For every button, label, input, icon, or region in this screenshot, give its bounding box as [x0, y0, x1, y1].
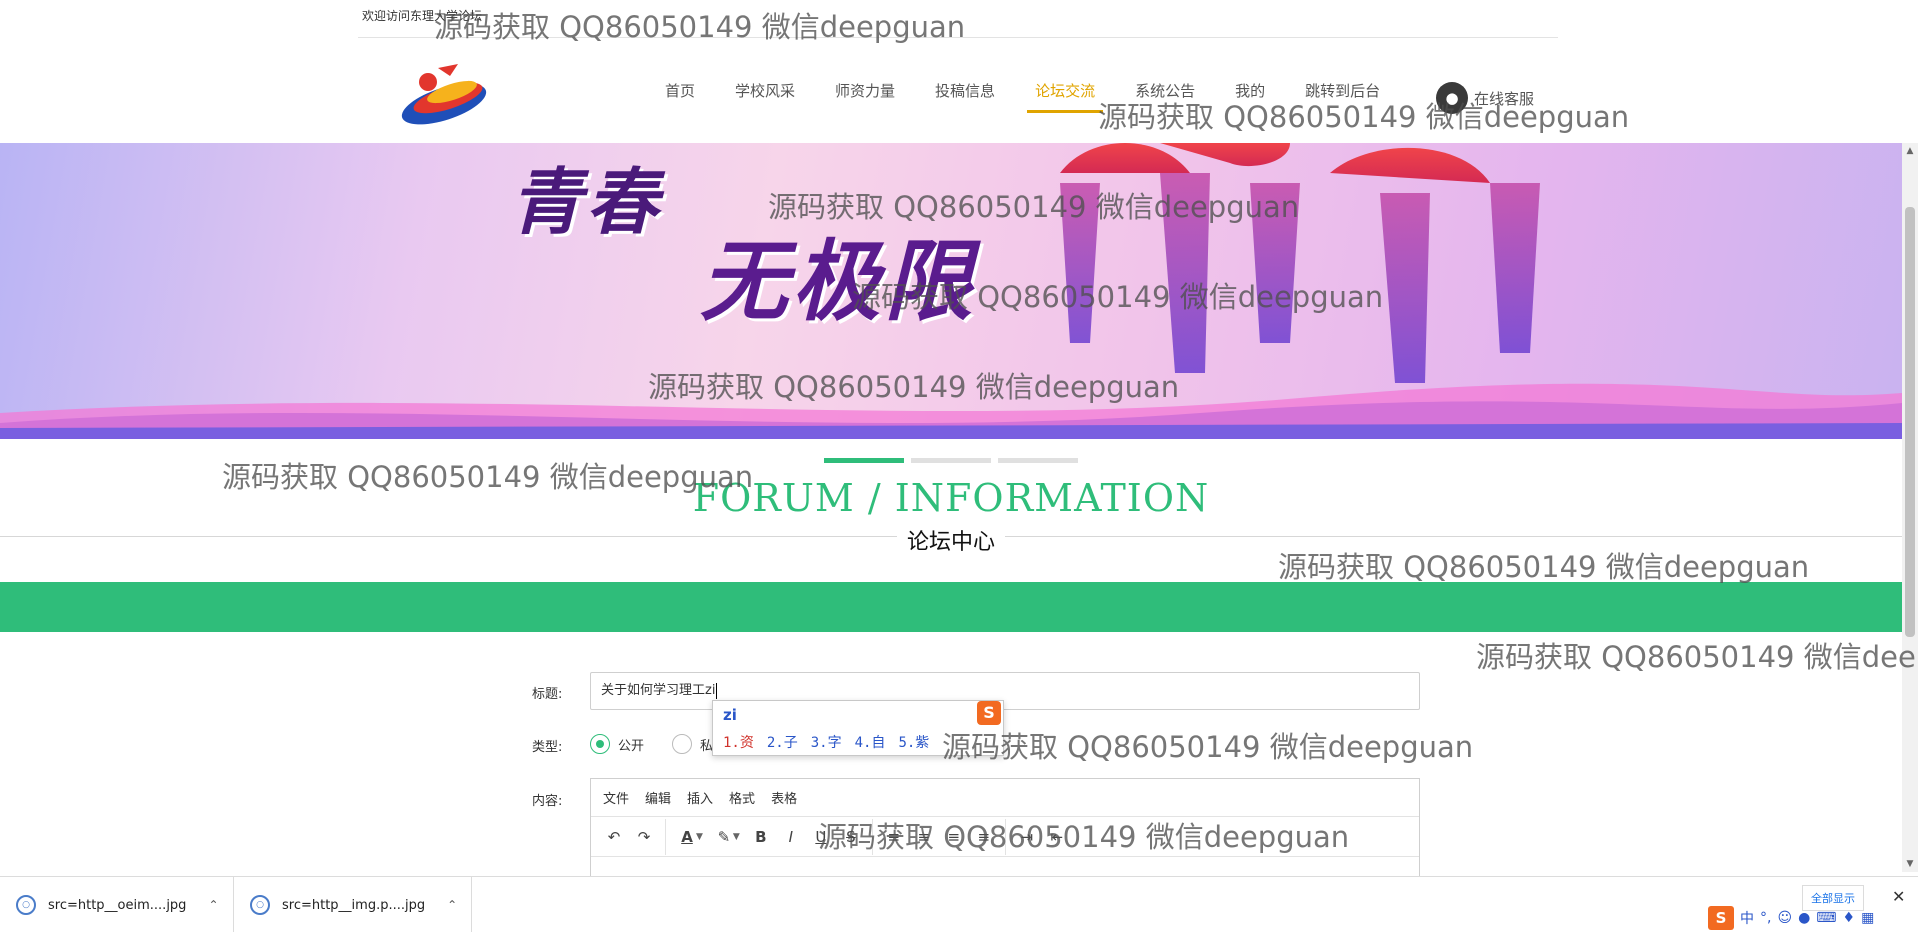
- download-item[interactable]: ○ src=http__oeim....jpg ⌃: [0, 877, 234, 932]
- editor-menubar: 文件 编辑 插入 格式 表格: [591, 779, 1419, 817]
- ime-candidate-1[interactable]: 1.资: [723, 732, 754, 752]
- skin-icon[interactable]: ♦: [1843, 910, 1856, 926]
- banner-text-1: 青春: [510, 159, 663, 244]
- watermark-text: 源码获取 QQ86050149 微信deepguan: [1476, 640, 1918, 674]
- carousel-dot-2[interactable]: [911, 458, 991, 463]
- carousel-dot-1[interactable]: [824, 458, 904, 463]
- welcome-text: 欢迎访问东理大学论坛: [362, 9, 483, 23]
- menu-insert[interactable]: 插入: [687, 788, 713, 807]
- banner-image: 青春 无极限: [0, 143, 1902, 439]
- ime-candidate-5[interactable]: 5.紫: [898, 732, 929, 752]
- redo-icon[interactable]: ↷: [629, 823, 659, 851]
- underline-icon[interactable]: U: [806, 823, 836, 851]
- section-title-cn: 论坛中心: [0, 524, 1902, 556]
- sogou-tray-icon[interactable]: S: [1708, 906, 1734, 930]
- carousel-dot-3[interactable]: [998, 458, 1078, 463]
- image-file-icon: ○: [16, 895, 36, 915]
- toolbar-separator: [665, 818, 666, 855]
- toolbox-icon[interactable]: ▦: [1861, 910, 1874, 926]
- scroll-down-arrow-icon[interactable]: ▼: [1902, 856, 1918, 872]
- download-bar: ○ src=http__oeim....jpg ⌃ ○ src=http__im…: [0, 876, 1918, 932]
- section-title-cn-text: 论坛中心: [896, 530, 1005, 555]
- text-caret: [716, 682, 718, 699]
- sogou-ime-icon: S: [977, 701, 1001, 725]
- banner-text-2: 无极限: [700, 229, 977, 333]
- nav-school-style[interactable]: 学校风采: [735, 80, 795, 113]
- menu-format[interactable]: 格式: [729, 788, 755, 807]
- rich-text-editor[interactable]: 文件 编辑 插入 格式 表格 ↶ ↷ A ▼ ✎ ▼ B I U S ≡ ≡ ≡…: [590, 778, 1420, 878]
- nav-mine[interactable]: 我的: [1235, 80, 1265, 113]
- chevron-up-icon[interactable]: ⌃: [447, 898, 457, 912]
- menu-file[interactable]: 文件: [603, 788, 629, 807]
- carousel-indicators: [824, 458, 1085, 463]
- align-right-icon[interactable]: ≡: [939, 823, 969, 851]
- editor-toolbar: ↶ ↷ A ▼ ✎ ▼ B I U S ≡ ≡ ≡ ≡ ⇥ ⇤: [591, 817, 1419, 857]
- chevron-down-icon[interactable]: ▼: [696, 832, 703, 842]
- page: 欢迎访问东理大学论坛 首页 学校风采 师资力量 投稿信息 论坛交流 系统公告 我…: [0, 0, 1918, 932]
- online-service[interactable]: ● 在线客服: [1436, 82, 1534, 114]
- section-title-en: FORUM / INFORMATION: [692, 476, 1210, 520]
- type-radio-private[interactable]: 私: [672, 734, 713, 754]
- chevron-down-icon[interactable]: ▼: [733, 832, 740, 842]
- chat-icon: ●: [1436, 82, 1468, 114]
- download-filename: src=http__img.p....jpg: [282, 897, 426, 913]
- watermark-text: 源码获取 QQ86050149 微信deepguan: [942, 730, 1474, 764]
- ime-mode-toggle[interactable]: 中: [1740, 908, 1754, 928]
- nav-submission[interactable]: 投稿信息: [935, 80, 995, 113]
- ime-candidate-window: zi S 1.资 2.子 3.字 4.自 5.紫: [712, 700, 1004, 756]
- nav-admin[interactable]: 跳转到后台: [1305, 80, 1380, 113]
- align-center-icon[interactable]: ≡: [909, 823, 939, 851]
- indent-icon[interactable]: ⇥: [1012, 823, 1042, 851]
- service-label: 在线客服: [1474, 89, 1535, 108]
- ime-candidates: 1.资 2.子 3.字 4.自 5.紫: [723, 732, 942, 752]
- download-filename: src=http__oeim....jpg: [48, 897, 187, 913]
- keyboard-icon[interactable]: ⌨: [1816, 910, 1836, 926]
- type-label: 类型:: [532, 740, 563, 755]
- green-banner-bar: [0, 582, 1902, 632]
- italic-icon[interactable]: I: [776, 823, 806, 851]
- nav-announcement[interactable]: 系统公告: [1135, 80, 1195, 113]
- align-left-icon[interactable]: ≡: [879, 823, 909, 851]
- nav-faculty[interactable]: 师资力量: [835, 80, 895, 113]
- main-nav: 首页 学校风采 师资力量 投稿信息 论坛交流 系统公告 我的 跳转到后台: [665, 80, 1420, 116]
- emoji-icon[interactable]: ☺: [1777, 910, 1792, 926]
- title-input-value: 关于如何学习理工zi: [601, 683, 716, 698]
- radio-private[interactable]: [672, 734, 692, 754]
- ime-candidate-4[interactable]: 4.自: [855, 732, 886, 752]
- nav-forum[interactable]: 论坛交流: [1027, 80, 1104, 113]
- top-bar: 欢迎访问东理大学论坛: [358, 0, 1558, 38]
- ime-candidate-2[interactable]: 2.子: [767, 732, 798, 752]
- microphone-icon[interactable]: ●: [1798, 910, 1810, 926]
- site-logo[interactable]: [398, 60, 490, 128]
- ime-pinyin: zi: [723, 706, 737, 724]
- strikethrough-icon[interactable]: S: [836, 823, 866, 851]
- radio-public[interactable]: [590, 734, 610, 754]
- undo-icon[interactable]: ↶: [599, 823, 629, 851]
- ime-tray[interactable]: S 中 °, ☺ ● ⌨ ♦ ▦: [1708, 906, 1880, 930]
- menu-edit[interactable]: 编辑: [645, 788, 671, 807]
- image-file-icon: ○: [250, 895, 270, 915]
- radio-public-label: 公开: [618, 738, 645, 754]
- download-item[interactable]: ○ src=http__img.p....jpg ⌃: [234, 877, 473, 932]
- toolbar-separator: [1004, 818, 1006, 855]
- outdent-icon[interactable]: ⇤: [1042, 823, 1072, 851]
- ime-candidate-3[interactable]: 3.字: [811, 732, 842, 752]
- type-radio-public[interactable]: 公开: [590, 734, 644, 754]
- align-justify-icon[interactable]: ≡: [969, 823, 999, 851]
- bold-icon[interactable]: B: [746, 823, 776, 851]
- nav-home[interactable]: 首页: [665, 80, 695, 113]
- toolbar-separator: [871, 818, 873, 855]
- chevron-up-icon[interactable]: ⌃: [208, 898, 218, 912]
- scroll-up-arrow-icon[interactable]: ▲: [1902, 143, 1918, 159]
- close-icon[interactable]: ✕: [1892, 887, 1905, 906]
- scroll-thumb[interactable]: [1905, 207, 1915, 637]
- page-scrollbar[interactable]: ▲ ▼: [1902, 143, 1918, 872]
- punctuation-toggle[interactable]: °,: [1760, 910, 1771, 926]
- menu-table[interactable]: 表格: [771, 788, 797, 807]
- content-label: 内容:: [532, 794, 563, 809]
- title-label: 标题:: [532, 687, 563, 702]
